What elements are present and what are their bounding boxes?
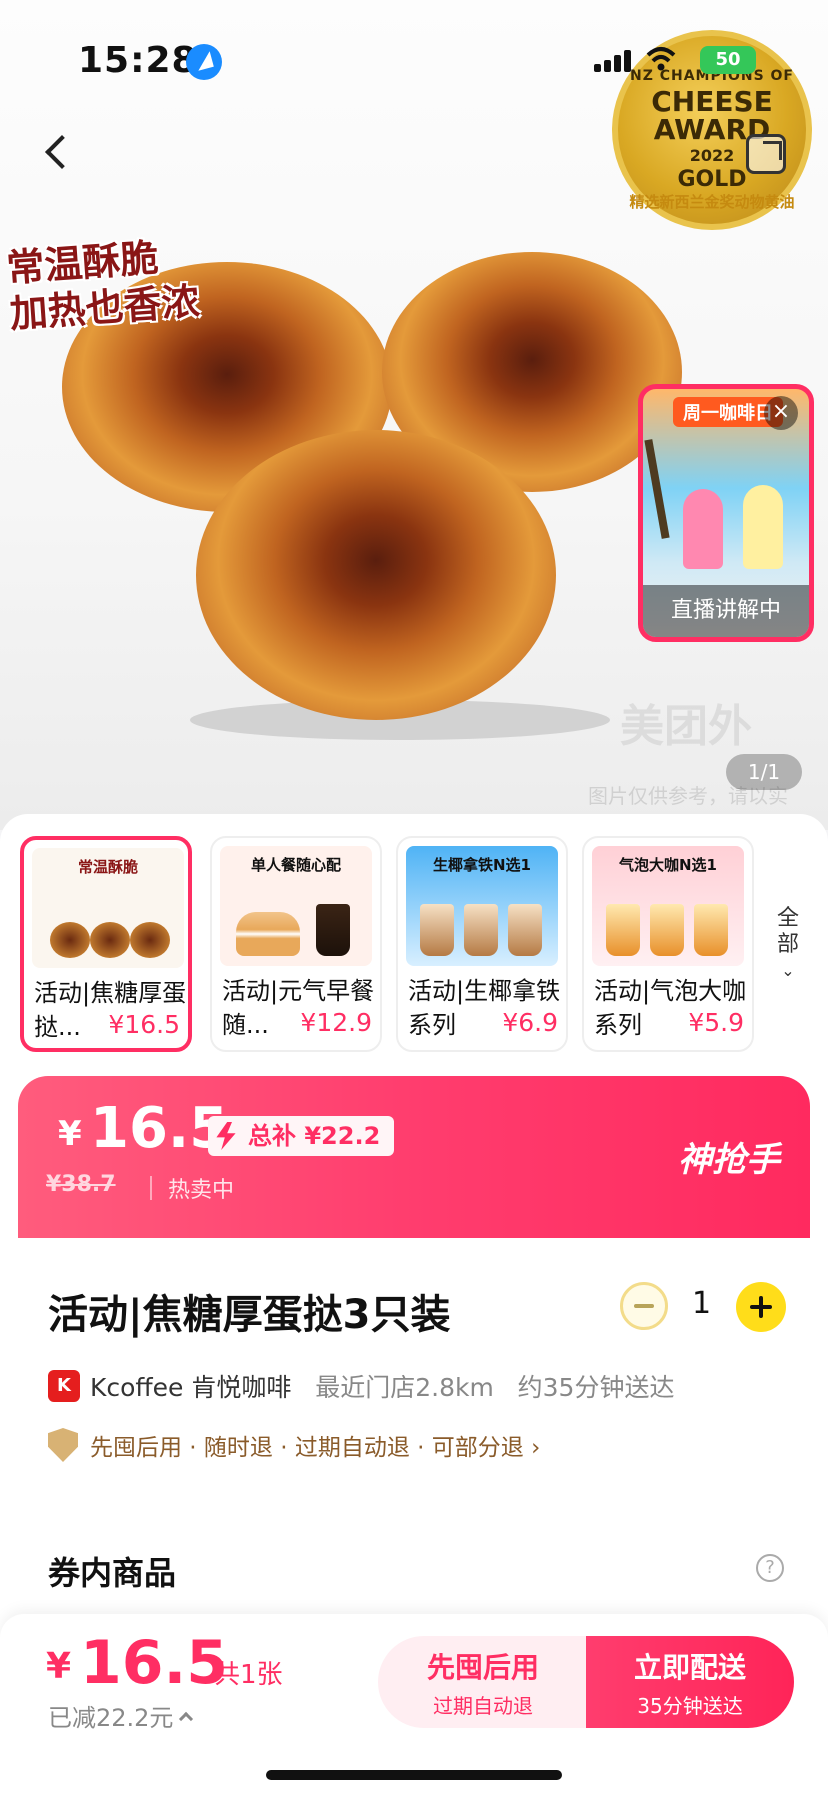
slogan: 常温酥脆 加热也香浓 [5, 231, 221, 337]
variant-thumb-title: 常温酥脆 [77, 858, 138, 876]
decrease-quantity-button[interactable] [620, 1282, 668, 1330]
subsidy-badge: 总补 ¥22.2 [208, 1116, 395, 1156]
home-indicator[interactable] [266, 1770, 562, 1780]
original-price: ¥38.7 [46, 1172, 116, 1197]
live-caption: 直播讲解中 [643, 585, 809, 637]
close-icon[interactable]: × [764, 396, 798, 430]
store-info[interactable]: Kcoffee 肯悦咖啡 最近门店2.8km 约35分钟送达 [90, 1368, 674, 1404]
variant-selector: 常温酥脆 活动|焦糖厚蛋挞... ¥16.5 单人餐随心配 活动|元气早餐随..… [20, 836, 810, 1056]
deliver-now-sub: 35分钟送达 [637, 1694, 743, 1718]
variant-card-0[interactable]: 常温酥脆 活动|焦糖厚蛋挞... ¥16.5 [20, 836, 192, 1052]
egg-tart-image-front [196, 430, 556, 720]
buy-later-label: 先囤后用 [426, 1651, 539, 1684]
variant-thumb: 气泡大咖N选1 [592, 846, 744, 966]
variant-card-2[interactable]: 生椰拿铁N选1 活动|生椰拿铁系列 ¥6.9 [396, 836, 568, 1052]
total-count: 共1张 [214, 1660, 283, 1690]
variant-thumb-title: 单人餐随心配 [250, 856, 341, 874]
buy-now-use-later-button[interactable]: 先囤后用 过期自动退 [378, 1636, 588, 1728]
coupon-items-title: 券内商品 [48, 1554, 177, 1592]
location-icon [186, 44, 222, 80]
chevron-down-icon: ⌄ [781, 961, 795, 980]
wifi-icon [646, 47, 676, 71]
host-1 [683, 489, 723, 569]
quantity-value: 1 [692, 1286, 712, 1321]
palm-tree [644, 439, 670, 539]
view-all-variants-button[interactable]: 全部 ⌄ [770, 906, 806, 984]
help-icon[interactable]: ? [756, 1554, 784, 1582]
deliver-now-label: 立即配送 [633, 1651, 746, 1684]
store-logo-icon: K [48, 1370, 80, 1402]
store-name: Kcoffee 肯悦咖啡 [90, 1373, 292, 1402]
variant-thumb: 生椰拿铁N选1 [406, 846, 558, 966]
variant-thumb: 常温酥脆 [32, 848, 184, 968]
total-currency: ¥ [46, 1646, 72, 1687]
total-price: 16.5 [80, 1628, 229, 1698]
signal-icon [594, 48, 636, 72]
variant-price: ¥12.9 [300, 1008, 372, 1037]
battery-indicator: 50 [700, 46, 756, 74]
variant-thumb-title: 生椰拿铁N选1 [433, 856, 531, 874]
deliver-now-button[interactable]: 立即配送 35分钟送达 [586, 1636, 794, 1728]
divider [150, 1176, 152, 1200]
variant-card-3[interactable]: 气泡大咖N选1 活动|气泡大咖系列 ¥5.9 [582, 836, 754, 1052]
page-indicator: 1/1 [726, 754, 802, 790]
product-title: 活动|焦糖厚蛋挞3只装 [48, 1292, 451, 1338]
increase-quantity-button[interactable] [736, 1282, 786, 1332]
variant-thumb-title: 气泡大咖N选1 [619, 856, 717, 874]
delivery-time: 约35分钟送达 [517, 1373, 675, 1402]
back-button[interactable] [36, 130, 80, 174]
saved-amount: 已减22.2元 [48, 1704, 174, 1732]
variant-price: ¥5.9 [688, 1008, 744, 1037]
variant-price: ¥6.9 [502, 1008, 558, 1037]
host-2 [743, 485, 783, 569]
watermark: 美团外 [620, 701, 752, 752]
price-banner: ¥ 16.5 总补 ¥22.2 ¥38.7 热卖中 神抢手 [18, 1076, 810, 1238]
seal-year: 2022 [689, 146, 735, 165]
sale-status: 热卖中 [168, 1178, 235, 1203]
chevron-up-icon [179, 1711, 194, 1727]
buy-later-sub: 过期自动退 [433, 1694, 533, 1718]
share-icon[interactable] [746, 134, 786, 174]
variant-thumb: 单人餐随心配 [220, 846, 372, 966]
status-bar: 15:28 50 [0, 0, 828, 120]
price-currency: ¥ [58, 1114, 82, 1154]
hero-image: 常温酥脆 加热也香浓 NZ CHAMPIONS OF CHEESE AWARD … [0, 0, 828, 830]
variant-card-1[interactable]: 单人餐随心配 活动|元气早餐随... ¥12.9 [210, 836, 382, 1052]
status-time: 15:28 [78, 40, 198, 81]
variant-price: ¥16.5 [108, 1010, 180, 1039]
store-distance: 最近门店2.8km [315, 1373, 494, 1402]
saved-amount-toggle[interactable]: 已减22.2元 [48, 1698, 194, 1733]
guarantee-link[interactable]: 先囤后用 · 随时退 · 过期自动退 · 可部分退 › [90, 1428, 540, 1462]
seal-grade: GOLD [677, 167, 747, 192]
brand-logo: 神抢手 [678, 1140, 780, 1180]
seal-ring-text: 精选新西兰金奖动物黄油 [629, 193, 795, 211]
view-all-label: 全部 [776, 906, 799, 957]
